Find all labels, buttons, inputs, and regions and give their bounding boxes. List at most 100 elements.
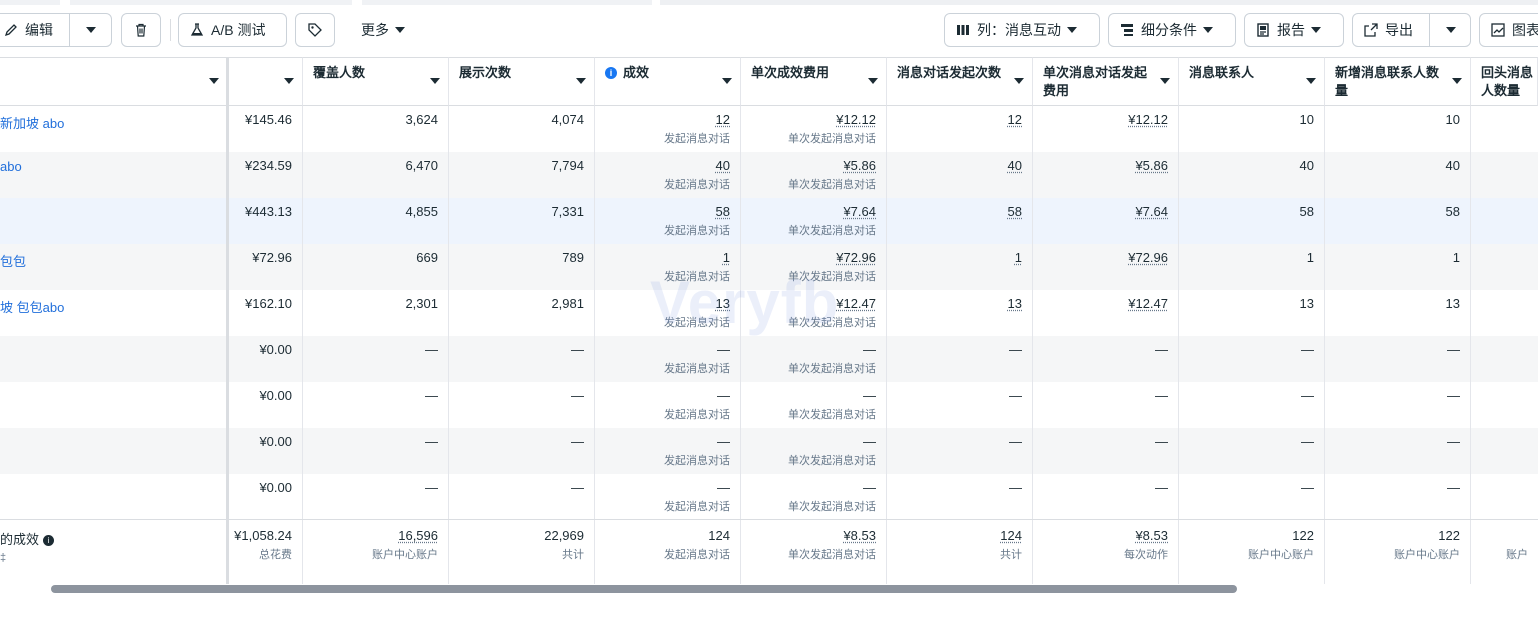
- table-row[interactable]: 包包 ¥72.96 669 789 1 发起消息对话 ¥72.96 单次发起消息对话 1 ¥72.…: [0, 244, 1538, 290]
- cell-impressions: —: [449, 336, 595, 382]
- ab-test-button[interactable]: A/B 测试: [178, 13, 287, 47]
- horizontal-scrollbar[interactable]: [51, 585, 1237, 593]
- cell-cost-per-result-sub: 单次发起消息对话: [741, 178, 876, 192]
- table-row[interactable]: abo ¥234.59 6,470 7,794 40 发起消息对话 ¥5.86 单次发起消息对…: [0, 152, 1538, 198]
- column-header-returning-contacts[interactable]: 回头消息人数量: [1471, 57, 1538, 106]
- cell-msg-conversations-value: 58: [887, 205, 1022, 219]
- row-name-link[interactable]: 包包: [0, 244, 228, 290]
- export-dropdown-button[interactable]: [1436, 14, 1466, 46]
- cell-reach: 4,855: [303, 198, 449, 244]
- row-name-link[interactable]: [0, 382, 228, 428]
- row-name-link[interactable]: abo: [0, 152, 228, 198]
- column-header-cost-per-result[interactable]: 单次成效费用: [741, 57, 887, 106]
- cell-new-msg-contacts-value: 1: [1325, 251, 1460, 265]
- cell-spend: ¥145.46: [228, 106, 303, 152]
- cell-results-value: 58: [595, 205, 730, 219]
- chevron-down-icon: [576, 78, 586, 84]
- report-label: 报告: [1277, 20, 1305, 40]
- chevron-down-icon: [1306, 78, 1316, 84]
- cell-cost-per-result-value: —: [741, 435, 876, 449]
- chevron-down-icon: [86, 27, 96, 33]
- column-header-msg-conversations[interactable]: 消息对话发起次数: [887, 57, 1033, 106]
- column-header-new-msg-contacts[interactable]: 新增消息联系人数量: [1325, 57, 1471, 106]
- export-split-button[interactable]: 导出: [1352, 13, 1471, 47]
- table-row[interactable]: 坡 包包abo ¥162.10 2,301 2,981 13 发起消息对话 ¥12.47 单次…: [0, 290, 1538, 336]
- cell-reach-value: 669: [303, 251, 438, 265]
- column-header-results[interactable]: i 成效: [595, 57, 741, 106]
- cell-new-msg-contacts: 10: [1325, 106, 1471, 152]
- cell-cost-per-conversation-value: ¥5.86: [1033, 159, 1168, 173]
- cell-msg-conversations: 40: [887, 152, 1033, 198]
- info-icon[interactable]: i: [605, 67, 617, 79]
- row-name-link[interactable]: 新加坡 abo: [0, 106, 228, 152]
- info-icon[interactable]: i: [43, 535, 54, 546]
- row-name-link[interactable]: [0, 198, 228, 244]
- table-row[interactable]: ¥0.00 — — — 发起消息对话 — 单次发起消息对话 — — — —: [0, 382, 1538, 428]
- cell-cost-per-result-sub: 单次发起消息对话: [741, 362, 876, 376]
- cell-msg-contacts: —: [1179, 428, 1325, 474]
- totals-msg-conversations: 124 共计: [887, 520, 1033, 584]
- table-row[interactable]: ¥443.13 4,855 7,331 58 发起消息对话 ¥7.64 单次发起消息对话 58…: [0, 198, 1538, 244]
- cell-reach: —: [303, 474, 449, 520]
- column-header-reach[interactable]: 覆盖人数: [303, 57, 449, 106]
- cell-cost-per-result-value: ¥12.12: [741, 113, 876, 127]
- cell-reach-value: —: [303, 435, 438, 449]
- delete-button[interactable]: [121, 13, 161, 47]
- cell-results-sub: 发起消息对话: [595, 408, 730, 422]
- export-icon: [1363, 22, 1379, 38]
- cell-impressions-value: 4,074: [449, 113, 584, 127]
- cell-msg-contacts-value: 1: [1179, 251, 1314, 265]
- row-name-link[interactable]: 坡 包包abo: [0, 290, 228, 336]
- more-button[interactable]: 更多: [350, 13, 420, 47]
- row-name-link[interactable]: [0, 474, 228, 520]
- cell-results-value: 1: [595, 251, 730, 265]
- column-header-name[interactable]: [0, 57, 228, 106]
- cell-impressions-value: 7,331: [449, 205, 584, 219]
- row-name-link[interactable]: [0, 336, 228, 382]
- cell-msg-conversations: —: [887, 336, 1033, 382]
- columns-button[interactable]: 列：消息互动: [944, 13, 1100, 47]
- chevron-down-icon: [284, 78, 294, 84]
- totals-impressions: 22,969 共计: [449, 520, 595, 584]
- tag-button[interactable]: [295, 13, 335, 47]
- cell-results: — 发起消息对话: [595, 428, 741, 474]
- table-row[interactable]: ¥0.00 — — — 发起消息对话 — 单次发起消息对话 — — — —: [0, 428, 1538, 474]
- column-header-spend[interactable]: [228, 57, 303, 106]
- cell-msg-contacts-value: 40: [1179, 159, 1314, 173]
- table-row[interactable]: 新加坡 abo ¥145.46 3,624 4,074 12 发起消息对话 ¥12.12 单次…: [0, 106, 1538, 152]
- cell-new-msg-contacts-value: 13: [1325, 297, 1460, 311]
- export-button[interactable]: 导出: [1353, 14, 1423, 46]
- cell-cost-per-conversation: ¥7.64: [1033, 198, 1179, 244]
- cell-cost-per-result: — 单次发起消息对话: [741, 474, 887, 520]
- chevron-down-icon: [1160, 78, 1170, 84]
- cell-cost-per-conversation-value: ¥72.96: [1033, 251, 1168, 265]
- edit-button[interactable]: 编辑: [0, 14, 63, 46]
- column-header-impressions[interactable]: 展示次数: [449, 57, 595, 106]
- cell-results: 12 发起消息对话: [595, 106, 741, 152]
- cell-cost-per-result-sub: 单次发起消息对话: [741, 454, 876, 468]
- table-row[interactable]: ¥0.00 — — — 发起消息对话 — 单次发起消息对话 — — — —: [0, 474, 1538, 520]
- edit-split-button[interactable]: 编辑: [0, 13, 112, 47]
- edit-dropdown-button[interactable]: [76, 14, 106, 46]
- cell-msg-conversations: —: [887, 474, 1033, 520]
- cell-cost-per-result-value: —: [741, 481, 876, 495]
- cell-new-msg-contacts: 1: [1325, 244, 1471, 290]
- table-row[interactable]: ¥0.00 — — — 发起消息对话 — 单次发起消息对话 — — — —: [0, 336, 1538, 382]
- chevron-down-icon: [868, 78, 878, 84]
- cell-cost-per-conversation: ¥12.12: [1033, 106, 1179, 152]
- column-header-msg-contacts[interactable]: 消息联系人: [1179, 57, 1325, 106]
- cell-results: — 发起消息对话: [595, 336, 741, 382]
- chart-icon: [1490, 22, 1506, 38]
- cell-results: 40 发起消息对话: [595, 152, 741, 198]
- row-name-link[interactable]: [0, 428, 228, 474]
- cell-new-msg-contacts-value: —: [1325, 343, 1460, 357]
- column-header-cost-per-conversation[interactable]: 单次消息对话发起费用: [1033, 57, 1179, 106]
- totals-results: 124 发起消息对话: [595, 520, 741, 584]
- cell-reach: 6,470: [303, 152, 449, 198]
- cell-spend: ¥234.59: [228, 152, 303, 198]
- ab-test-label: A/B 测试: [211, 20, 265, 40]
- report-button[interactable]: 报告: [1244, 13, 1344, 47]
- cell-msg-contacts: —: [1179, 336, 1325, 382]
- chart-button[interactable]: 图表: [1479, 13, 1538, 47]
- breakdown-button[interactable]: 细分条件: [1108, 13, 1236, 47]
